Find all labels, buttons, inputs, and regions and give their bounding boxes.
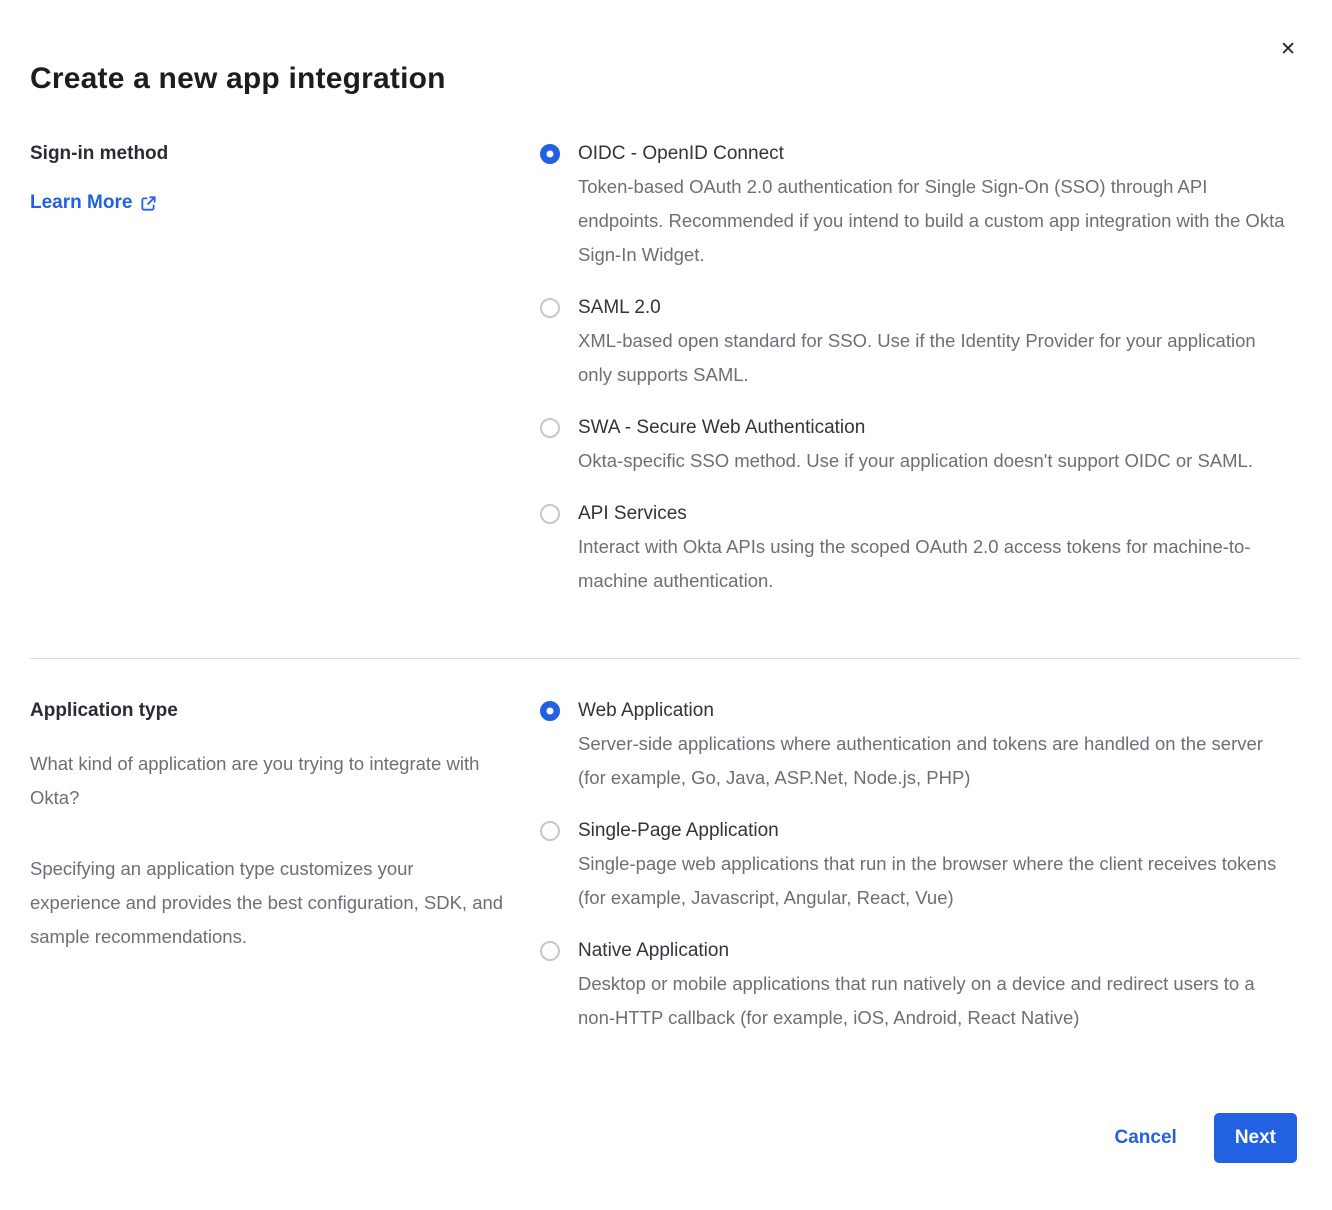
option-api-services: API Services Interact with Okta APIs usi… [540,502,1285,598]
application-type-helper-1: What kind of application are you trying … [30,747,508,815]
application-type-options: Web Application Server-side applications… [540,699,1300,1059]
option-oidc-description: Token-based OAuth 2.0 authentication for… [578,170,1285,272]
option-native-application-description: Desktop or mobile applications that run … [578,967,1285,1035]
option-web-application-label[interactable]: Web Application [578,699,1285,723]
option-saml-description: XML-based open standard for SSO. Use if … [578,324,1285,392]
option-single-page-application: Single-Page Application Single-page web … [540,819,1285,915]
option-saml: SAML 2.0 XML-based open standard for SSO… [540,296,1285,392]
radio-oidc[interactable] [540,144,560,164]
radio-swa[interactable] [540,418,560,438]
application-type-section: Application type What kind of applicatio… [30,699,1300,1059]
learn-more-label: Learn More [30,192,132,214]
option-api-services-description: Interact with Okta APIs using the scoped… [578,530,1285,598]
sign-in-method-heading: Sign-in method [30,142,540,166]
dialog-title: Create a new app integration [30,0,1300,98]
sign-in-method-section: Sign-in method Learn More OIDC - OpenID … [30,142,1300,622]
radio-api-services[interactable] [540,504,560,524]
option-saml-label[interactable]: SAML 2.0 [578,296,1285,320]
create-app-integration-dialog: ✕ Create a new app integration Sign-in m… [0,0,1332,1210]
radio-saml[interactable] [540,298,560,318]
option-native-application-label[interactable]: Native Application [578,939,1285,963]
option-oidc-label[interactable]: OIDC - OpenID Connect [578,142,1285,166]
close-icon[interactable]: ✕ [1280,40,1296,59]
option-web-application-description: Server-side applications where authentic… [578,727,1285,795]
option-swa: SWA - Secure Web Authentication Okta-spe… [540,416,1285,478]
sign-in-method-options: OIDC - OpenID Connect Token-based OAuth … [540,142,1300,622]
application-type-heading: Application type [30,699,540,723]
option-oidc: OIDC - OpenID Connect Token-based OAuth … [540,142,1285,272]
learn-more-link[interactable]: Learn More [30,192,157,214]
option-api-services-label[interactable]: API Services [578,502,1285,526]
option-swa-description: Okta-specific SSO method. Use if your ap… [578,444,1285,478]
application-type-left-column: Application type What kind of applicatio… [30,699,540,1059]
option-single-page-application-description: Single-page web applications that run in… [578,847,1285,915]
option-swa-label[interactable]: SWA - Secure Web Authentication [578,416,1285,440]
radio-web-application[interactable] [540,701,560,721]
application-type-helper-2: Specifying an application type customize… [30,852,508,954]
option-web-application: Web Application Server-side applications… [540,699,1285,795]
radio-single-page-application[interactable] [540,821,560,841]
radio-native-application[interactable] [540,941,560,961]
dialog-footer: Cancel Next [30,1113,1300,1163]
next-button[interactable]: Next [1214,1113,1297,1163]
option-single-page-application-label[interactable]: Single-Page Application [578,819,1285,843]
sign-in-method-left-column: Sign-in method Learn More [30,142,540,622]
section-divider [30,658,1300,659]
external-link-icon [140,195,157,212]
option-native-application: Native Application Desktop or mobile app… [540,939,1285,1035]
cancel-button[interactable]: Cancel [1115,1127,1177,1149]
